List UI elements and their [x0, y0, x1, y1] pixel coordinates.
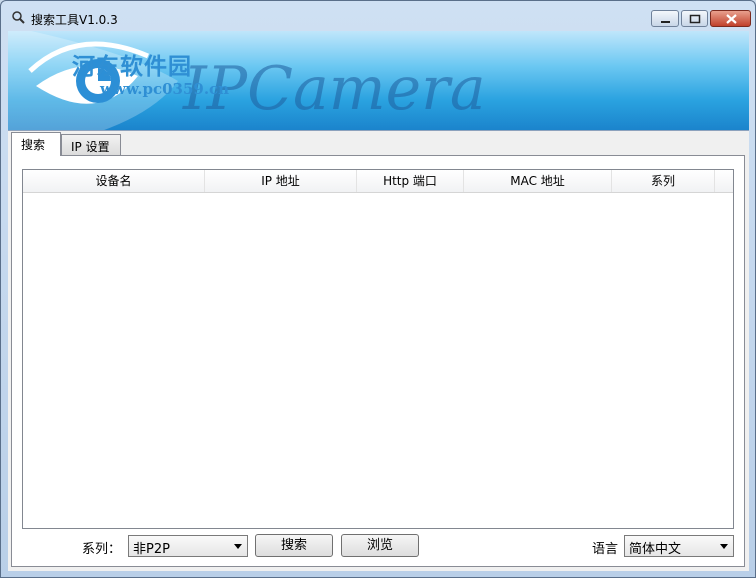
- maximize-icon: [689, 14, 701, 24]
- tab-ip-settings[interactable]: IP 设置: [61, 134, 121, 155]
- bottom-toolbar: 系列： 非P2P 搜索 浏览 语言 简体中文: [8, 527, 749, 571]
- maximize-button[interactable]: [681, 10, 708, 27]
- language-select-value: 简体中文: [629, 542, 682, 557]
- language-label: 语言: [592, 542, 619, 557]
- close-button[interactable]: [710, 10, 751, 27]
- dropdown-arrow-icon: [234, 544, 242, 549]
- title-bar[interactable]: 搜索工具V1.0.3: [1, 1, 755, 35]
- search-tab-panel: 设备名 IP 地址 Http 端口 MAC 地址 系列: [11, 155, 745, 567]
- watermark-url: www.pc0359.cn: [100, 80, 230, 98]
- app-icon: [12, 11, 25, 24]
- dropdown-arrow-icon: [720, 544, 728, 549]
- search-button[interactable]: 搜索: [255, 534, 333, 557]
- tab-search[interactable]: 搜索: [11, 132, 61, 156]
- column-header-mac-address[interactable]: MAC 地址: [464, 170, 612, 192]
- client-area: 搜索 IP 设置 设备名 IP 地址 Http 端口 MAC 地址 系列 系列：…: [8, 130, 749, 571]
- window-title: 搜索工具V1.0.3: [31, 13, 118, 27]
- series-select[interactable]: 非P2P: [128, 535, 248, 557]
- main-window: 搜索工具V1.0.3 IPCamera 河东软件园 www.pc0359.cn …: [0, 0, 756, 578]
- column-header-device-name[interactable]: 设备名: [23, 170, 205, 192]
- minimize-button[interactable]: [651, 10, 679, 27]
- minimize-icon: [661, 21, 670, 23]
- close-icon: [726, 14, 737, 24]
- device-list-header: 设备名 IP 地址 Http 端口 MAC 地址 系列: [23, 170, 733, 193]
- ipcamera-banner: IPCamera 河东软件园 www.pc0359.cn: [8, 31, 749, 130]
- browse-button[interactable]: 浏览: [341, 534, 419, 557]
- device-list[interactable]: 设备名 IP 地址 Http 端口 MAC 地址 系列: [22, 169, 734, 529]
- series-select-value: 非P2P: [133, 542, 170, 557]
- watermark-text: 河东软件园: [72, 53, 192, 80]
- column-header-series[interactable]: 系列: [612, 170, 715, 192]
- series-label: 系列：: [82, 542, 122, 557]
- column-header-http-port[interactable]: Http 端口: [357, 170, 464, 192]
- language-select[interactable]: 简体中文: [624, 535, 734, 557]
- column-header-ip-address[interactable]: IP 地址: [205, 170, 357, 192]
